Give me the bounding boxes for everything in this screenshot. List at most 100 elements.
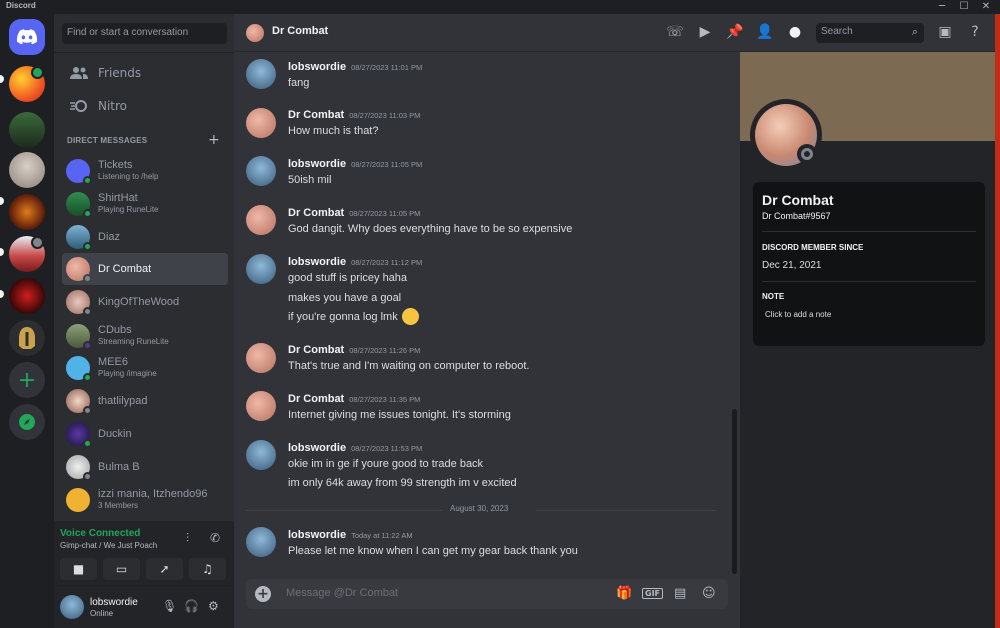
divider [54, 52, 234, 53]
server-icon-3[interactable] [9, 152, 45, 188]
avatar[interactable] [246, 254, 276, 284]
note-input[interactable]: Click to add a note [765, 310, 831, 319]
explore-servers-button[interactable] [9, 404, 45, 440]
camera-button[interactable]: ■ [60, 558, 97, 580]
maximize-button[interactable]: ☐ [953, 0, 975, 14]
dm-item[interactable]: Bulma B [62, 451, 228, 483]
timestamp: 08/27/2023 11:53 PM [351, 444, 423, 453]
dm-item[interactable]: Diaz [62, 221, 228, 253]
noise-suppression-icon[interactable]: ⫶ [186, 531, 189, 546]
user-avatar[interactable] [60, 595, 84, 619]
settings-gear-icon[interactable]: ⚙ [208, 599, 219, 613]
dm-item[interactable]: Duckin [62, 418, 228, 450]
discord-logo-icon [16, 29, 38, 45]
disconnect-icon[interactable]: ✆ [210, 531, 220, 545]
author-name[interactable]: lobswordie [288, 158, 346, 170]
nav-friends[interactable]: Friends [62, 58, 228, 88]
status-indicator [83, 439, 92, 448]
dm-item[interactable]: MEE6 Playing /imagine [62, 352, 228, 384]
chat-area: lobswordie 08/27/2023 11:01 PM fang Dr Co… [234, 14, 740, 628]
avatar [66, 290, 92, 316]
message-composer[interactable]: + Message @Dr Combat 🎁 GIF ▤ ☺ [246, 579, 728, 609]
dm-item[interactable]: Tickets Listening to /help [62, 155, 228, 187]
nav-nitro[interactable]: Nitro [62, 91, 228, 121]
video-call-icon[interactable]: ▶ [696, 24, 714, 42]
friends-icon [68, 62, 90, 84]
message-input[interactable]: Message @Dr Combat [286, 587, 398, 599]
home-button[interactable] [9, 19, 45, 55]
dm-item[interactable]: KingOfTheWood [62, 286, 228, 318]
avatar[interactable] [246, 156, 276, 186]
avatar[interactable] [246, 108, 276, 138]
avatar[interactable] [246, 205, 276, 235]
add-server-button[interactable]: + [9, 362, 45, 398]
dm-item[interactable]: thatlilypad [62, 385, 228, 417]
gif-icon[interactable]: GIF [642, 588, 664, 599]
scrollbar[interactable] [732, 409, 737, 574]
message-header: Dr Combat 08/27/2023 11:26 PM [288, 344, 420, 356]
header-avatar [246, 24, 264, 42]
voice-channel-link[interactable]: Gimp-chat / We Just Poach [60, 541, 157, 550]
author-name[interactable]: lobswordie [288, 529, 346, 541]
avatar [66, 159, 92, 185]
author-name[interactable]: Dr Combat [288, 344, 344, 356]
author-name[interactable]: Dr Combat [288, 393, 344, 405]
dm-name: Diaz [98, 231, 121, 243]
dm-item[interactable]: izzi mania, Itzhendo96 3 Members [62, 484, 228, 516]
create-dm-button[interactable]: + [208, 132, 220, 148]
add-friend-icon[interactable]: 👤 [756, 24, 774, 42]
author-name[interactable]: Dr Combat [288, 207, 344, 219]
avatar[interactable] [246, 527, 276, 557]
microphone-icon[interactable]: 🎙 [162, 599, 177, 613]
dm-name: Dr Combat [98, 263, 152, 275]
author-name[interactable]: Dr Combat [288, 109, 344, 121]
help-icon[interactable]: ? [966, 24, 984, 42]
message-text: That's true and I'm waiting on computer … [288, 360, 530, 372]
avatar[interactable] [246, 59, 276, 89]
voice-call-icon[interactable]: ☏ [666, 24, 684, 42]
soundboard-button[interactable]: ♫ [189, 558, 226, 580]
avatar[interactable] [246, 440, 276, 470]
headphones-icon[interactable]: 🎧 [184, 599, 199, 613]
screen-share-button[interactable]: ▭ [103, 558, 140, 580]
dm-name: Duckin [98, 428, 132, 440]
sticker-icon[interactable]: ▤ [674, 586, 686, 601]
unread-pill [0, 197, 4, 205]
inbox-icon[interactable]: ▣ [936, 24, 954, 42]
direct-messages-header: DIRECT MESSAGES [67, 136, 148, 145]
user-panel: lobswordie Online 🎙 🎧 ⚙ [54, 586, 234, 628]
dm-item[interactable]: CDubs Streaming RuneLite [62, 320, 228, 352]
gift-icon[interactable]: 🎁 [616, 586, 632, 601]
avatar[interactable] [246, 343, 276, 373]
find-conversation-input[interactable]: Find or start a conversation [62, 23, 227, 44]
avatar [66, 324, 92, 350]
close-window-button[interactable]: ✕ [975, 0, 997, 14]
camera-icon: ■ [72, 562, 85, 576]
voice-panel: Voice Connected Gimp-chat / We Just Poac… [54, 521, 234, 586]
message-header: Dr Combat 08/27/2023 11:35 PM [288, 393, 420, 405]
emoji-icon[interactable]: ☺ [702, 586, 716, 601]
note-label: NOTE [762, 292, 785, 301]
author-name[interactable]: lobswordie [288, 442, 346, 454]
user-profile-icon[interactable]: ● [786, 24, 804, 42]
dm-item[interactable]: ShirtHat Playing RuneLite [62, 188, 228, 220]
status-indicator [83, 307, 92, 316]
message-text: good stuff is pricey haha [288, 272, 408, 284]
chat-header: Dr Combat ☏ ▶ 📌 👤 ● Search ⌕ ▣ ? [234, 14, 1000, 52]
server-icon-2[interactable] [9, 112, 45, 148]
dm-item-selected[interactable]: Dr Combat [62, 253, 228, 285]
minimize-button[interactable]: ─ [931, 0, 953, 14]
server-icon-7[interactable] [9, 320, 45, 356]
server-icon-4[interactable] [9, 194, 45, 230]
pin-icon[interactable]: 📌 [726, 24, 744, 42]
author-name[interactable]: lobswordie [288, 256, 346, 268]
activity-button[interactable]: ➚ [146, 558, 183, 580]
server-icon-6[interactable] [9, 278, 45, 314]
upload-plus-icon[interactable]: + [255, 586, 271, 602]
avatar [66, 356, 92, 382]
unread-pill [0, 290, 4, 298]
avatar[interactable] [246, 391, 276, 421]
dm-name: thatlilypad [98, 395, 148, 407]
author-name[interactable]: lobswordie [288, 61, 346, 73]
nav-nitro-label: Nitro [98, 99, 128, 113]
